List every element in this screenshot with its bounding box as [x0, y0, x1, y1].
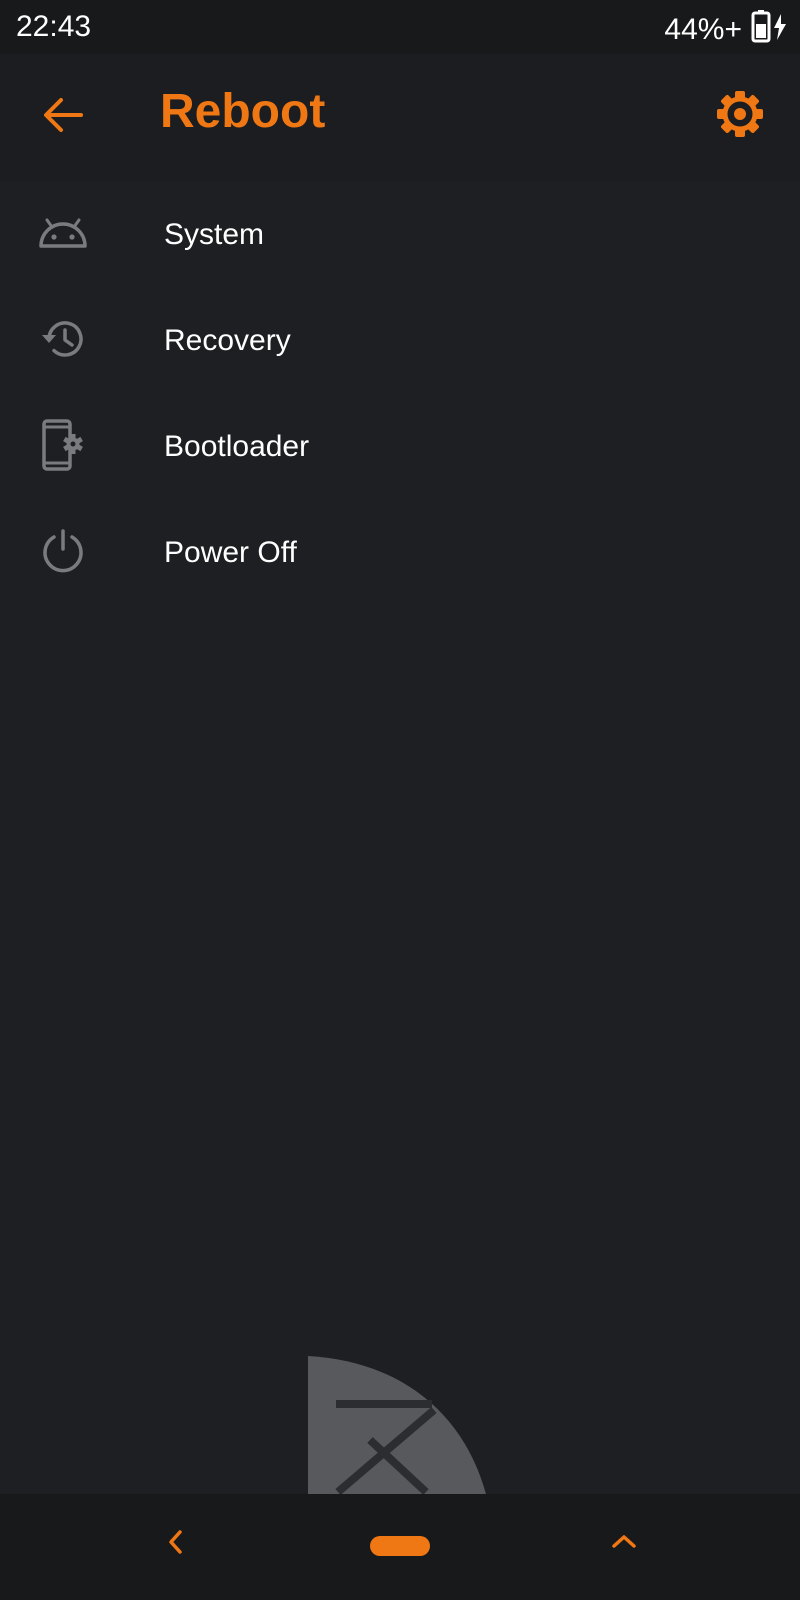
phone-settings-icon	[38, 419, 88, 471]
arrow-back-icon	[41, 95, 85, 140]
nav-back-button[interactable]	[160, 1524, 192, 1564]
nav-home-button[interactable]	[370, 1536, 430, 1556]
nav-up-button[interactable]	[608, 1524, 640, 1564]
menu-item-label: Recovery	[164, 324, 291, 357]
status-time: 22:43	[16, 10, 92, 43]
android-icon	[38, 208, 88, 258]
app-bar: Reboot	[0, 54, 800, 182]
battery-charging-icon	[750, 10, 790, 49]
back-button[interactable]	[38, 92, 88, 142]
menu-item-system[interactable]: System	[0, 182, 800, 288]
menu-item-label: Power Off	[164, 536, 297, 569]
power-icon	[38, 526, 88, 576]
battery-percentage: 44%+	[664, 12, 742, 46]
menu-item-power-off[interactable]: Power Off	[0, 500, 800, 606]
menu-item-label: System	[164, 218, 265, 251]
history-icon	[38, 314, 88, 364]
navigation-bar	[0, 1494, 800, 1600]
menu-item-label: Bootloader	[164, 430, 310, 463]
reboot-menu: System Recovery Bootloader Power Off	[0, 182, 800, 606]
settings-button[interactable]	[712, 88, 768, 144]
status-right: 44%+	[664, 10, 790, 49]
status-bar: 22:43 44%+	[0, 0, 800, 54]
menu-item-bootloader[interactable]: Bootloader	[0, 394, 800, 500]
chevron-left-icon	[166, 1528, 186, 1561]
page-title: Reboot	[160, 85, 326, 138]
chevron-up-icon	[610, 1532, 638, 1557]
gear-icon	[715, 89, 765, 144]
menu-item-recovery[interactable]: Recovery	[0, 288, 800, 394]
